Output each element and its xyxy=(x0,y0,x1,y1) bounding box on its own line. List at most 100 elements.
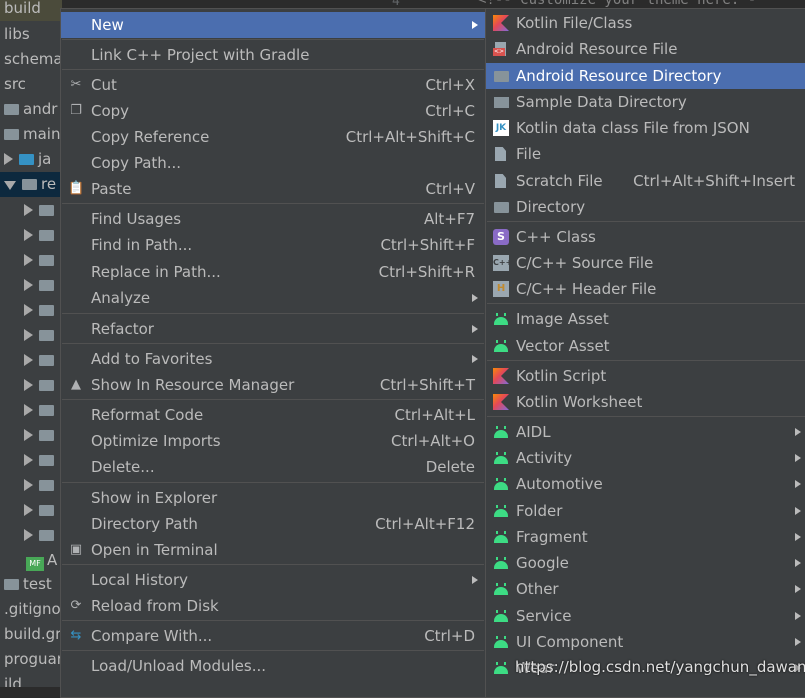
chevron-right-icon[interactable] xyxy=(24,354,33,366)
folder-icon xyxy=(39,405,54,416)
submenu-item-sample-data-directory[interactable]: Sample Data Directory xyxy=(486,89,805,115)
compare-icon: ⇆ xyxy=(70,628,82,643)
menu-item-open-in-terminal[interactable]: ▣ Open in Terminal xyxy=(61,537,485,563)
chevron-right-icon[interactable] xyxy=(24,204,33,216)
menu-item-load-unload-modules[interactable]: Load/Unload Modules... xyxy=(61,653,485,679)
menu-item-add-to-favorites[interactable]: Add to Favorites xyxy=(61,346,485,372)
chevron-right-icon[interactable] xyxy=(24,229,33,241)
submenu-item-automotive[interactable]: Automotive xyxy=(486,471,805,497)
menu-item-copy[interactable]: ❐ Copy Ctrl+C xyxy=(61,98,485,124)
menu-item-show-in-explorer[interactable]: Show in Explorer xyxy=(61,485,485,511)
submenu-item-scratch-file[interactable]: Scratch File Ctrl+Alt+Shift+Insert xyxy=(486,168,805,194)
submenu-item-google[interactable]: Google xyxy=(486,550,805,576)
submenu-item-aidl[interactable]: AIDL xyxy=(486,419,805,445)
tree-item[interactable] xyxy=(0,248,62,273)
submenu-item-cpp-header-file[interactable]: H C/C++ Header File xyxy=(486,276,805,302)
chevron-right-icon[interactable] xyxy=(24,379,33,391)
tree-item[interactable] xyxy=(0,298,62,323)
android-resource-file-icon xyxy=(493,41,509,57)
shortcut-label: Ctrl+C xyxy=(425,102,475,120)
tree-item[interactable] xyxy=(0,198,62,223)
submenu-item-file[interactable]: File xyxy=(486,141,805,167)
tree-item[interactable] xyxy=(0,523,62,548)
menu-item-local-history[interactable]: Local History xyxy=(61,567,485,593)
tree-item-schemas[interactable]: schemas xyxy=(0,47,62,72)
tree-item-android[interactable]: andr xyxy=(0,97,62,122)
chevron-right-icon[interactable] xyxy=(4,153,13,165)
submenu-item-cpp-source-file[interactable]: C++ C/C++ Source File xyxy=(486,250,805,276)
menu-item-copy-reference[interactable]: Copy Reference Ctrl+Alt+Shift+C xyxy=(61,124,485,150)
tree-item[interactable] xyxy=(0,398,62,423)
menu-item-copy-path[interactable]: Copy Path... xyxy=(61,150,485,176)
submenu-item-vector-asset[interactable]: Vector Asset xyxy=(486,333,805,359)
menu-item-show-in-resource-manager[interactable]: ▲ Show In Resource Manager Ctrl+Shift+T xyxy=(61,372,485,398)
tree-item-manifest[interactable]: MF A xyxy=(0,548,62,573)
tree-item[interactable] xyxy=(0,323,62,348)
tree-item[interactable] xyxy=(0,423,62,448)
chevron-right-icon[interactable] xyxy=(24,529,33,541)
submenu-item-kotlin-worksheet[interactable]: Kotlin Worksheet xyxy=(486,389,805,415)
chevron-down-icon[interactable] xyxy=(4,181,16,190)
chevron-right-icon[interactable] xyxy=(24,254,33,266)
tree-item-proguard[interactable]: proguar xyxy=(0,647,62,672)
menu-item-reformat-code[interactable]: Reformat Code Ctrl+Alt+L xyxy=(61,402,485,428)
submenu-item-fragment[interactable]: Fragment xyxy=(486,524,805,550)
menu-item-new[interactable]: New xyxy=(61,12,485,38)
tree-item-label: build xyxy=(4,0,41,17)
tree-item-build-gradle[interactable]: build.gr xyxy=(0,622,62,647)
tree-item-build[interactable]: ild xyxy=(0,672,62,687)
kotlin-icon xyxy=(493,394,509,410)
tree-item[interactable] xyxy=(0,498,62,523)
submenu-item-kotlin-script[interactable]: Kotlin Script xyxy=(486,363,805,389)
submenu-item-image-asset[interactable]: Image Asset xyxy=(486,306,805,332)
tree-item-main[interactable]: main xyxy=(0,122,62,147)
tree-item-test[interactable]: test xyxy=(0,572,62,597)
chevron-right-icon[interactable] xyxy=(24,304,33,316)
menu-item-delete[interactable]: Delete... Delete xyxy=(61,454,485,480)
chevron-right-icon[interactable] xyxy=(24,279,33,291)
chevron-right-icon[interactable] xyxy=(24,504,33,516)
tree-item-src[interactable]: src xyxy=(0,72,62,97)
tree-item[interactable] xyxy=(0,448,62,473)
tree-item-java[interactable]: ja xyxy=(0,147,62,172)
submenu-item-ui-component[interactable]: UI Component xyxy=(486,629,805,655)
submenu-item-service[interactable]: Service xyxy=(486,603,805,629)
menu-item-optimize-imports[interactable]: Optimize Imports Ctrl+Alt+O xyxy=(61,428,485,454)
tree-item-gitignore[interactable]: .gitigno xyxy=(0,597,62,622)
chevron-right-icon[interactable] xyxy=(24,329,33,341)
menu-item-cut[interactable]: ✂ Cut Ctrl+X xyxy=(61,72,485,98)
tree-item[interactable] xyxy=(0,473,62,498)
menu-item-reload-from-disk[interactable]: ⟳ Reload from Disk xyxy=(61,593,485,619)
menu-item-replace-in-path[interactable]: Replace in Path... Ctrl+Shift+R xyxy=(61,259,485,285)
submenu-item-cpp-class[interactable]: S C++ Class xyxy=(486,224,805,250)
tree-item-build[interactable]: build xyxy=(0,0,62,21)
tree-item[interactable] xyxy=(0,273,62,298)
submenu-item-kotlin-file-class[interactable]: Kotlin File/Class xyxy=(486,10,805,36)
menu-item-analyze[interactable]: Analyze xyxy=(61,285,485,311)
submenu-item-activity[interactable]: Activity xyxy=(486,445,805,471)
submenu-item-other[interactable]: Other xyxy=(486,576,805,602)
chevron-right-icon[interactable] xyxy=(24,429,33,441)
submenu-item-kotlin-from-json[interactable]: JK Kotlin data class File from JSON xyxy=(486,115,805,141)
menu-item-find-usages[interactable]: Find Usages Alt+F7 xyxy=(61,206,485,232)
chevron-right-icon[interactable] xyxy=(24,479,33,491)
menu-item-refactor[interactable]: Refactor xyxy=(61,316,485,342)
menu-item-compare-with[interactable]: ⇆ Compare With... Ctrl+D xyxy=(61,623,485,649)
menu-item-link-cpp-project[interactable]: Link C++ Project with Gradle xyxy=(61,42,485,68)
tree-item-res[interactable]: re xyxy=(0,172,62,197)
tree-item[interactable] xyxy=(0,348,62,373)
submenu-item-directory[interactable]: Directory xyxy=(486,194,805,220)
chevron-right-icon[interactable] xyxy=(24,454,33,466)
menu-item-find-in-path[interactable]: Find in Path... Ctrl+Shift+F xyxy=(61,232,485,258)
menu-item-paste[interactable]: 📋 Paste Ctrl+V xyxy=(61,176,485,202)
tree-item-libs[interactable]: libs xyxy=(0,22,62,47)
chevron-right-icon[interactable] xyxy=(24,404,33,416)
submenu-item-folder[interactable]: Folder xyxy=(486,498,805,524)
tree-item[interactable] xyxy=(0,373,62,398)
submenu-item-android-resource-file[interactable]: Android Resource File xyxy=(486,36,805,62)
menu-separator xyxy=(62,482,484,483)
tree-item[interactable] xyxy=(0,223,62,248)
submenu-item-android-resource-directory[interactable]: Android Resource Directory xyxy=(486,63,805,89)
menu-item-directory-path[interactable]: Directory Path Ctrl+Alt+F12 xyxy=(61,511,485,537)
menu-item-label: Cut xyxy=(91,76,117,94)
